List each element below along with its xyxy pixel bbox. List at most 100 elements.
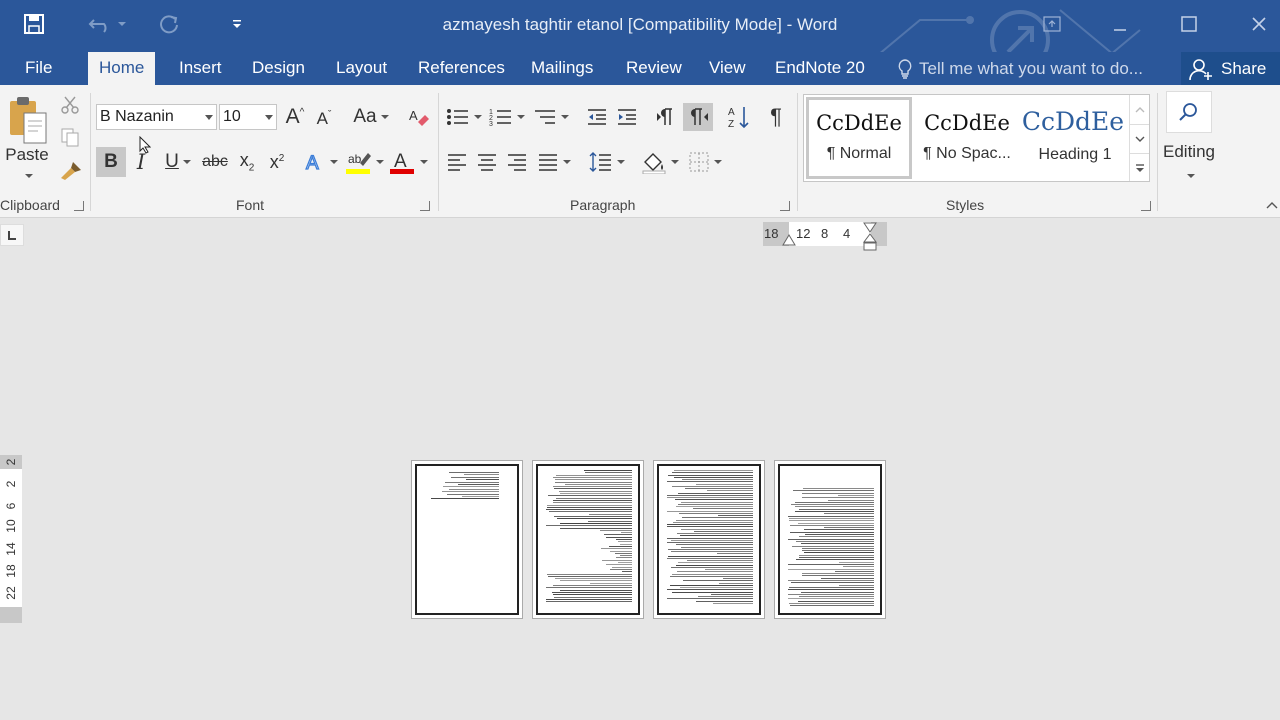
strikethrough-icon: abc bbox=[202, 153, 228, 170]
page-text-line bbox=[788, 598, 874, 600]
align-right-button[interactable] bbox=[504, 147, 530, 177]
page-text-line bbox=[788, 563, 874, 565]
page-text-line bbox=[794, 511, 874, 512]
close-button[interactable] bbox=[1236, 6, 1280, 42]
line-spacing-button[interactable] bbox=[586, 147, 628, 177]
change-case-button[interactable]: Aa bbox=[351, 103, 391, 131]
tab-layout[interactable]: Layout bbox=[325, 52, 398, 85]
font-name-value: B Nazanin bbox=[100, 108, 174, 125]
tab-file[interactable]: File bbox=[14, 52, 63, 85]
editing-dropdown[interactable] bbox=[1182, 171, 1196, 181]
tab-review[interactable]: Review bbox=[615, 52, 693, 85]
tab-insert[interactable]: Insert bbox=[168, 52, 233, 85]
page-text-line bbox=[546, 587, 632, 589]
tell-me-box[interactable]: Tell me what you want to do... bbox=[897, 52, 1143, 85]
shrink-font-button[interactable]: Aˇ bbox=[312, 105, 336, 133]
document-page[interactable] bbox=[653, 460, 765, 619]
superscript-button[interactable]: x2 bbox=[264, 147, 290, 177]
styles-scroll-up[interactable] bbox=[1129, 95, 1149, 124]
highlight-button[interactable]: ab bbox=[344, 147, 386, 177]
paste-icon bbox=[10, 97, 47, 144]
page-text-line bbox=[667, 524, 753, 525]
sort-button[interactable]: AZ bbox=[725, 103, 753, 131]
strikethrough-button[interactable]: abc bbox=[200, 147, 230, 177]
ribbon-display-options-button[interactable] bbox=[1029, 6, 1075, 42]
page-text-line bbox=[788, 538, 874, 540]
show-hide-marks-button[interactable]: ¶ bbox=[762, 103, 790, 131]
align-center-icon bbox=[478, 154, 496, 171]
cut-button[interactable] bbox=[58, 93, 82, 117]
numbering-button[interactable]: 123 bbox=[487, 103, 527, 131]
style-no-spacing-name: ¶ No Spac... bbox=[923, 145, 1011, 162]
ltr-button[interactable] bbox=[653, 103, 681, 131]
increase-indent-button[interactable] bbox=[614, 103, 640, 131]
page-text-line bbox=[584, 470, 632, 471]
vertical-ruler[interactable]: 2 2 6 10 14 18 22 bbox=[0, 455, 22, 623]
page-text-line bbox=[802, 547, 874, 549]
tab-view[interactable]: View bbox=[698, 52, 757, 85]
font-launcher[interactable] bbox=[420, 201, 430, 211]
align-center-button[interactable] bbox=[474, 147, 500, 177]
tab-home[interactable]: Home bbox=[88, 52, 156, 85]
minimize-button[interactable] bbox=[1097, 6, 1143, 42]
bullets-button[interactable] bbox=[444, 103, 484, 131]
tab-references[interactable]: References bbox=[407, 52, 516, 85]
rtl-button[interactable] bbox=[683, 103, 713, 131]
style-no-spacing[interactable]: CcDdEe ¶ No Spac... bbox=[914, 97, 1020, 179]
style-heading-1[interactable]: CcDdEe Heading 1 bbox=[1022, 97, 1128, 179]
page-text-line bbox=[667, 510, 753, 512]
shading-button[interactable] bbox=[638, 147, 682, 177]
document-page[interactable] bbox=[411, 460, 523, 619]
format-painter-button[interactable] bbox=[58, 159, 84, 183]
decrease-indent-button[interactable] bbox=[584, 103, 610, 131]
first-line-indent-marker-icon[interactable] bbox=[863, 222, 877, 252]
horizontal-ruler[interactable]: 18 12 8 4 bbox=[763, 222, 887, 251]
page-text-line bbox=[798, 522, 874, 524]
multilevel-list-button[interactable] bbox=[530, 103, 572, 131]
paste-button[interactable] bbox=[4, 91, 52, 149]
grow-font-button[interactable]: A^ bbox=[283, 103, 307, 131]
styles-more-button[interactable] bbox=[1129, 153, 1149, 181]
subscript-button[interactable]: x2 bbox=[234, 147, 260, 177]
tab-stop-selector[interactable] bbox=[0, 224, 24, 246]
underline-button[interactable]: U bbox=[158, 147, 198, 177]
clear-formatting-button[interactable]: A bbox=[406, 103, 432, 131]
numbering-icon: 123 bbox=[489, 109, 511, 127]
editing-button[interactable]: Editing bbox=[1158, 141, 1220, 163]
page-text-line bbox=[671, 591, 753, 593]
styles-launcher[interactable] bbox=[1141, 201, 1151, 211]
separator bbox=[797, 93, 798, 211]
borders-button[interactable] bbox=[684, 147, 726, 177]
ruler-number: 22 bbox=[4, 586, 18, 600]
collapse-ribbon-button[interactable] bbox=[1264, 197, 1280, 213]
font-size-combo[interactable]: 10 bbox=[219, 104, 277, 130]
clipboard-launcher[interactable] bbox=[74, 201, 84, 211]
document-page[interactable] bbox=[774, 460, 886, 619]
find-button[interactable] bbox=[1166, 91, 1212, 133]
paragraph-launcher[interactable] bbox=[780, 201, 790, 211]
font-color-button[interactable]: A bbox=[388, 147, 430, 177]
share-button[interactable]: Share bbox=[1181, 52, 1280, 85]
copy-button[interactable] bbox=[58, 125, 82, 149]
maximize-button[interactable] bbox=[1166, 6, 1212, 42]
page-text-line bbox=[667, 481, 753, 483]
hanging-indent-marker-icon[interactable] bbox=[782, 234, 796, 246]
style-normal[interactable]: CcDdEe ¶ Normal bbox=[806, 97, 912, 179]
document-page[interactable] bbox=[532, 460, 644, 619]
tab-endnote[interactable]: EndNote 20 bbox=[764, 52, 876, 85]
text-effects-button[interactable]: A bbox=[302, 147, 340, 177]
page-text-line bbox=[465, 479, 499, 481]
bold-button[interactable]: B bbox=[96, 147, 126, 177]
paste-dropdown[interactable] bbox=[20, 171, 34, 181]
tab-mailings[interactable]: Mailings bbox=[520, 52, 604, 85]
justify-icon bbox=[539, 154, 557, 171]
align-left-button[interactable] bbox=[444, 147, 470, 177]
font-name-combo[interactable]: B Nazanin bbox=[96, 104, 217, 130]
justify-button[interactable] bbox=[534, 147, 574, 177]
styles-scroll-down[interactable] bbox=[1129, 124, 1149, 153]
tab-left-icon bbox=[8, 231, 16, 240]
styles-gallery: CcDdEe ¶ Normal CcDdEe ¶ No Spac... CcDd… bbox=[803, 94, 1150, 182]
page-text-line bbox=[676, 571, 753, 573]
tab-design[interactable]: Design bbox=[241, 52, 316, 85]
page-text-line bbox=[838, 561, 874, 563]
